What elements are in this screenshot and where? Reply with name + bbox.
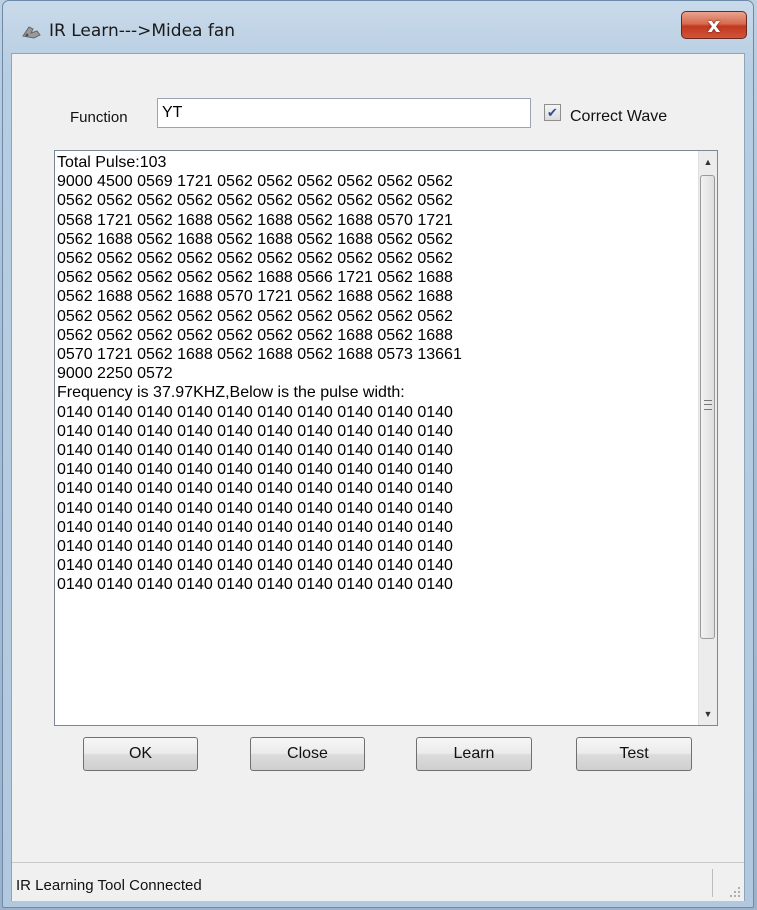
- status-text: IR Learning Tool Connected: [16, 877, 202, 894]
- pulse-line: 0140 0140 0140 0140 0140 0140 0140 0140 …: [57, 403, 453, 421]
- pulse-line: 0562 1688 0562 1688 0562 1688 0562 1688 …: [57, 230, 453, 248]
- scroll-down-arrow-icon[interactable]: ▼: [699, 705, 717, 723]
- pulse-line: 0562 0562 0562 0562 0562 1688 0566 1721 …: [57, 269, 453, 287]
- pulse-line: Frequency is 37.97KHZ,Below is the pulse…: [57, 384, 405, 402]
- ok-button[interactable]: OK: [83, 737, 198, 771]
- dialog-client-area: Function YT ✔ Correct Wave Total Pulse:1…: [11, 53, 745, 901]
- function-label: Function: [70, 109, 128, 126]
- status-bar: IR Learning Tool Connected: [12, 862, 744, 901]
- pulse-line: 0140 0140 0140 0140 0140 0140 0140 0140 …: [57, 442, 453, 460]
- pulse-line: 9000 4500 0569 1721 0562 0562 0562 0562 …: [57, 173, 453, 191]
- pulse-line: 0140 0140 0140 0140 0140 0140 0140 0140 …: [57, 461, 453, 479]
- ir-remote-icon: [22, 26, 41, 39]
- window-close-button[interactable]: x: [681, 11, 747, 39]
- checkmark-icon: ✔: [547, 105, 558, 120]
- pulse-line: 0140 0140 0140 0140 0140 0140 0140 0140 …: [57, 538, 453, 556]
- title-bar[interactable]: IR Learn--->Midea fan x: [3, 1, 753, 53]
- pulse-line: 0570 1721 0562 1688 0562 1688 0562 1688 …: [57, 346, 462, 364]
- window-title: IR Learn--->Midea fan: [49, 21, 236, 41]
- learn-button[interactable]: Learn: [416, 737, 532, 771]
- pulse-line: 0140 0140 0140 0140 0140 0140 0140 0140 …: [57, 480, 453, 498]
- correct-wave-label: Correct Wave: [570, 108, 668, 125]
- pulse-line: 0562 0562 0562 0562 0562 0562 0562 0562 …: [57, 307, 453, 325]
- function-input[interactable]: YT: [157, 98, 531, 128]
- pulse-line: 0568 1721 0562 1688 0562 1688 0562 1688 …: [57, 211, 453, 229]
- pulse-line: 0140 0140 0140 0140 0140 0140 0140 0140 …: [57, 499, 453, 517]
- pulse-output-textarea[interactable]: Total Pulse:103 9000 4500 0569 1721 0562 …: [54, 150, 718, 726]
- test-button[interactable]: Test: [576, 737, 692, 771]
- pulse-output-text: Total Pulse:103 9000 4500 0569 1721 0562 …: [57, 153, 687, 595]
- scroll-thumb[interactable]: [700, 175, 715, 639]
- pulse-line: Total Pulse:103: [57, 154, 167, 171]
- status-divider: [712, 869, 713, 897]
- pulse-line: 0562 0562 0562 0562 0562 0562 0562 1688 …: [57, 326, 453, 344]
- dialog-window: IR Learn--->Midea fan x Function YT ✔ Co…: [2, 0, 754, 908]
- pulse-line: 0140 0140 0140 0140 0140 0140 0140 0140 …: [57, 557, 453, 575]
- pulse-line: 0562 1688 0562 1688 0570 1721 0562 1688 …: [57, 288, 453, 306]
- pulse-line: 0140 0140 0140 0140 0140 0140 0140 0140 …: [57, 576, 453, 594]
- vertical-scrollbar[interactable]: ▲ ▼: [698, 151, 717, 725]
- pulse-line: 0140 0140 0140 0140 0140 0140 0140 0140 …: [57, 422, 453, 440]
- scroll-grip-icon: [704, 400, 712, 410]
- pulse-line: 9000 2250 0572: [57, 365, 173, 383]
- correct-wave-checkbox[interactable]: ✔: [544, 104, 561, 121]
- pulse-line: 0562 0562 0562 0562 0562 0562 0562 0562 …: [57, 192, 453, 210]
- close-button[interactable]: Close: [250, 737, 365, 771]
- resize-grip-icon[interactable]: [729, 886, 741, 898]
- pulse-line: 0562 0562 0562 0562 0562 0562 0562 0562 …: [57, 250, 453, 268]
- scroll-up-arrow-icon[interactable]: ▲: [699, 153, 717, 171]
- pulse-line: 0140 0140 0140 0140 0140 0140 0140 0140 …: [57, 518, 453, 536]
